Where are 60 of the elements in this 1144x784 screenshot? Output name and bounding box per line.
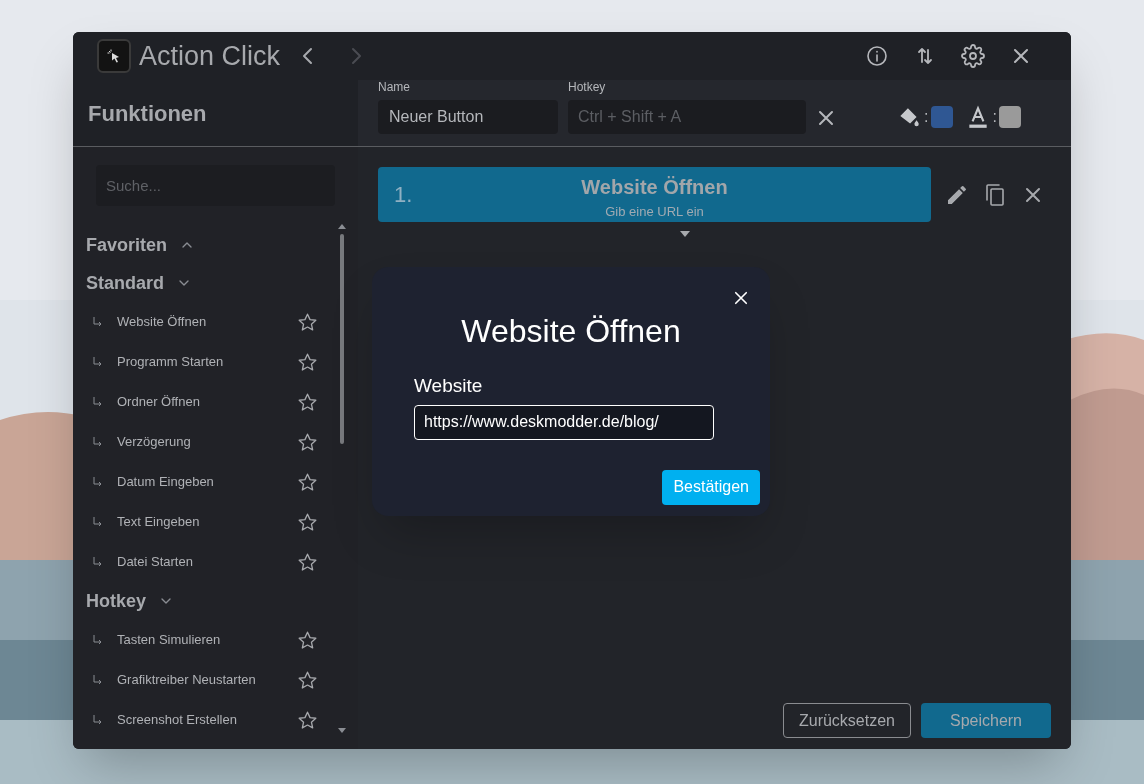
function-item[interactable]: Screenshot Erstellen [117,710,237,730]
reset-button[interactable]: Zurücksetzen [782,703,911,738]
info-icon[interactable] [865,44,889,68]
sub-arrow-icon [91,556,103,568]
function-item[interactable]: Verzögerung [117,432,191,452]
scroll-up-icon[interactable] [338,224,346,229]
field-label: Website [414,374,484,398]
star-icon[interactable] [297,311,318,333]
website-field[interactable]: https://www.deskmodder.de/blog/ [414,404,714,440]
star-icon[interactable] [297,511,318,533]
sub-arrow-icon [91,316,103,328]
scrollbar-thumb[interactable] [340,234,344,444]
function-item[interactable]: Datum Eingeben [117,472,214,492]
separator-colon: : [992,107,997,127]
star-icon[interactable] [297,391,318,413]
star-icon[interactable] [297,669,318,691]
action-title: Website Öffnen [581,175,728,200]
sidebar-title: Funktionen [88,99,207,128]
close-icon[interactable] [732,289,750,307]
sub-arrow-icon [91,516,103,528]
star-icon[interactable] [297,351,318,373]
function-item[interactable]: Grafiktreiber Neustarten [117,670,256,690]
field-label: Hotkey [568,79,607,96]
function-item[interactable]: Programm Starten [117,352,224,372]
copy-icon[interactable] [983,182,1007,207]
star-icon[interactable] [297,471,318,493]
field-label: Name [378,79,411,96]
sub-arrow-icon [91,476,103,488]
section-header[interactable]: Favoriten [86,231,168,259]
star-icon[interactable] [297,431,318,453]
star-icon[interactable] [297,551,318,573]
action-subtitle: Gib eine URL ein [605,203,704,221]
name-field[interactable]: Neuer Button [378,100,558,134]
function-item[interactable]: Datei Starten [117,552,193,572]
action-number: 1. [394,181,413,209]
function-item[interactable]: Text Eingeben [117,512,200,532]
sub-arrow-icon [91,674,103,686]
hotkey-field[interactable]: Ctrl + Shift + A [568,100,806,134]
settings-icon[interactable] [961,44,985,68]
sub-arrow-icon [91,634,103,646]
star-icon[interactable] [297,629,318,651]
app-logo-icon [97,39,131,73]
caret-icon[interactable] [680,231,690,237]
section-header[interactable]: Hotkey [86,587,147,615]
section-header[interactable]: Standard [86,269,164,297]
sub-arrow-icon [91,714,103,726]
window-title: Action Click [139,39,281,73]
fill-color-swatch[interactable] [930,106,953,128]
scroll-down-icon[interactable] [338,728,346,733]
star-icon[interactable] [297,709,318,731]
sub-arrow-icon [91,396,103,408]
separator-colon: : [924,107,929,127]
function-item[interactable]: Tasten Simulieren [117,630,221,650]
sub-arrow-icon [91,356,103,368]
dialog-title: Website Öffnen [461,312,681,351]
sub-arrow-icon [91,436,103,448]
function-item[interactable]: Website Öffnen [117,312,207,332]
search-field[interactable]: Suche... [96,165,335,206]
text-color-swatch[interactable] [999,106,1021,128]
function-item[interactable]: Ordner Öffnen [117,392,200,412]
